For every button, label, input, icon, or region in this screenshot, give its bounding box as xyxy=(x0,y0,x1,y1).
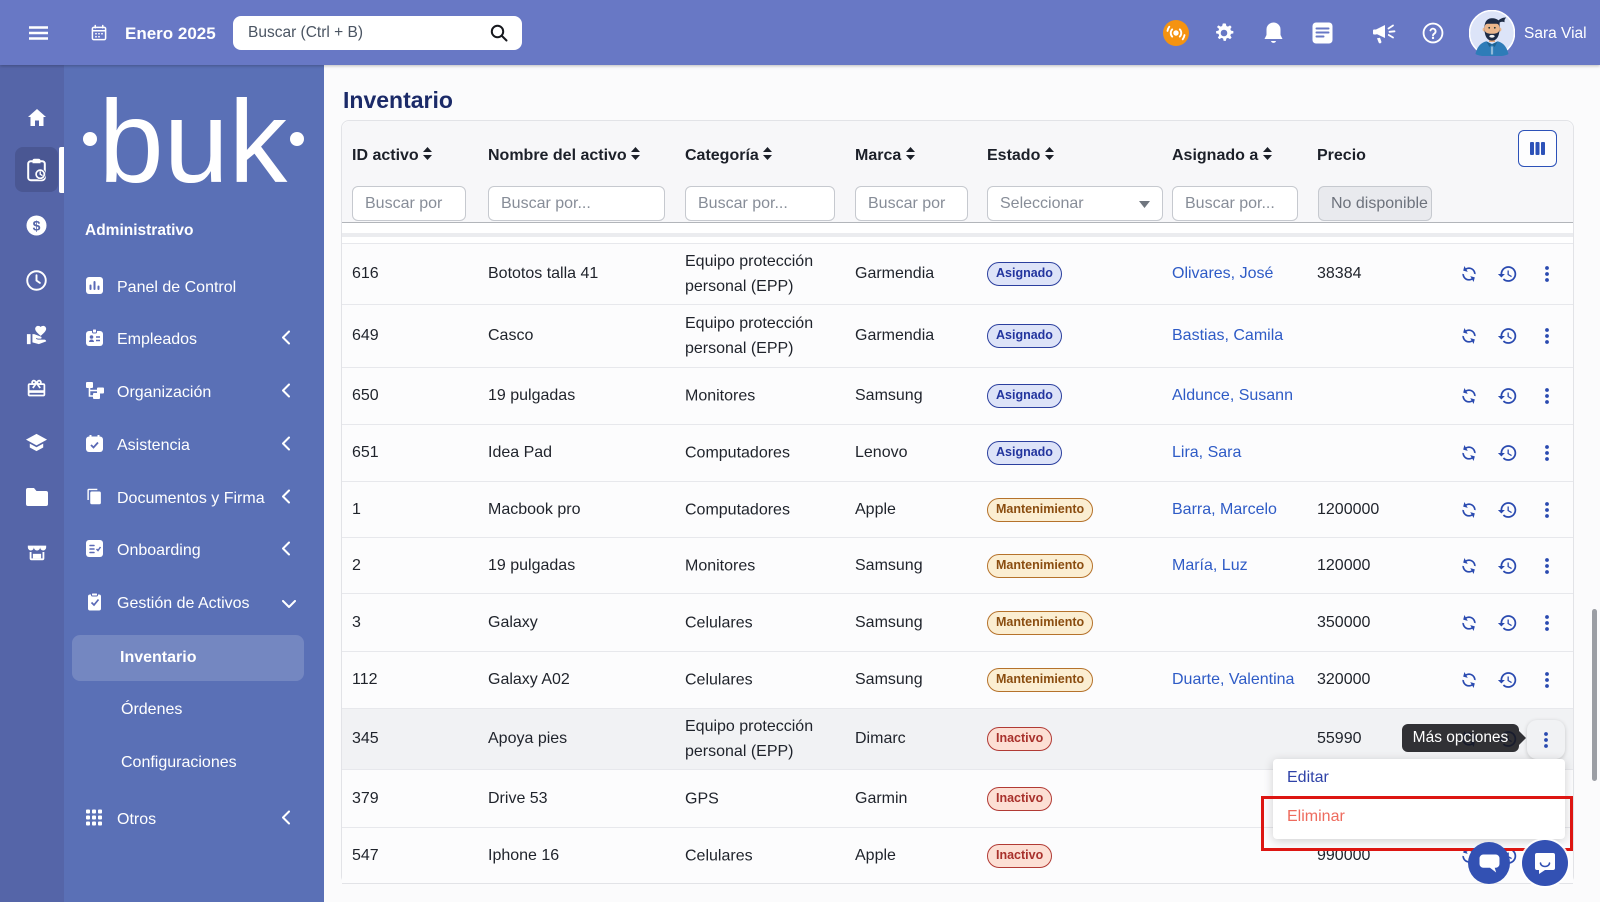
svg-text:buk: buk xyxy=(99,90,288,185)
svg-text:$: $ xyxy=(33,218,41,234)
